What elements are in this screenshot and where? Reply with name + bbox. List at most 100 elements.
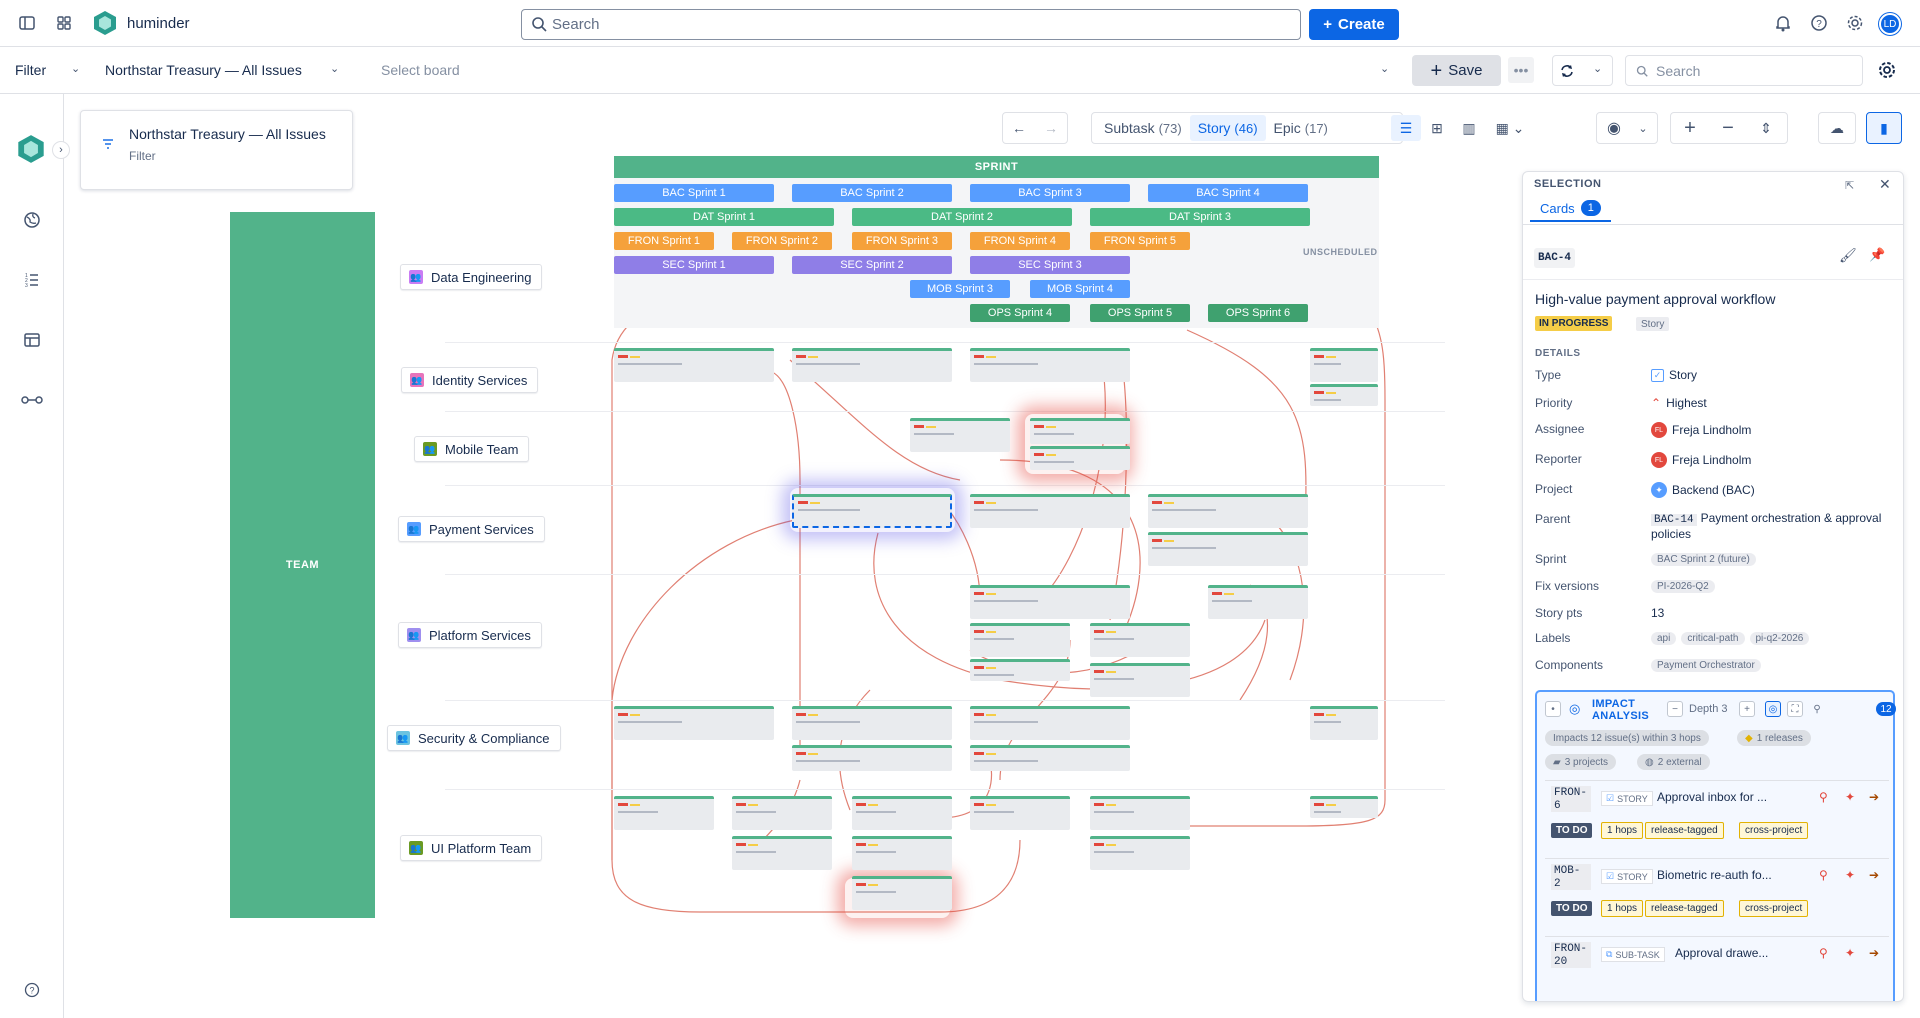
sprint-fron-2[interactable]: FRON Sprint 2	[732, 232, 832, 250]
issue-card[interactable]	[1090, 663, 1190, 697]
issue-card[interactable]	[1148, 494, 1308, 528]
navigate-arrow-icon[interactable]: ➔	[1869, 790, 1879, 804]
issue-card[interactable]	[1030, 446, 1130, 470]
issue-card[interactable]	[1090, 796, 1190, 830]
impact-list-item[interactable]: MOB- 2 ☑ STORY Biometric re-auth fo... ⚲ ✦…	[1545, 858, 1889, 924]
issue-card[interactable]	[732, 836, 832, 870]
save-button[interactable]: + Save	[1412, 55, 1501, 86]
board-search-input[interactable]: Search	[1625, 55, 1863, 86]
sprint-ops-6[interactable]: OPS Sprint 6	[1208, 304, 1308, 322]
sprint-fron-3[interactable]: FRON Sprint 3	[852, 232, 952, 250]
board-selector[interactable]: Select board	[381, 62, 460, 78]
issue-card[interactable]	[1208, 585, 1308, 619]
sprint-sec-1[interactable]: SEC Sprint 1	[614, 256, 774, 274]
issue-card[interactable]	[852, 876, 952, 910]
impact-list-item[interactable]: FRON- 20 ⧉ SUB-TASK Approval drawe... ⚲ ✦ …	[1545, 936, 1889, 1001]
location-pin-icon[interactable]: ⚲	[1819, 790, 1828, 804]
zoom-in-icon[interactable]: +	[1671, 115, 1709, 141]
issue-card[interactable]	[852, 796, 952, 830]
zoom-out-icon[interactable]: −	[1709, 115, 1747, 141]
impact-list-item[interactable]: FRON- 6 ☑ STORY Approval inbox for ... ⚲ ✦…	[1545, 780, 1889, 846]
navigate-arrow-icon[interactable]: ➔	[1869, 868, 1879, 882]
sprint-sec-3[interactable]: SEC Sprint 3	[970, 256, 1130, 274]
issue-card[interactable]	[792, 745, 952, 771]
settings-gear-icon[interactable]	[1844, 12, 1866, 34]
board-settings-icon[interactable]	[1876, 59, 1898, 81]
issue-card[interactable]	[970, 706, 1130, 740]
sync-control[interactable]: ⌄	[1552, 55, 1613, 86]
issue-card[interactable]	[614, 706, 774, 740]
sprint-mob-4[interactable]: MOB Sprint 4	[1030, 280, 1130, 298]
sync-icon[interactable]	[1558, 62, 1576, 80]
calendar-view-icon[interactable]: ▦ ⌄	[1485, 115, 1535, 141]
depth-decrease-button[interactable]: −	[1667, 701, 1683, 717]
workspace-logo-icon[interactable]	[16, 134, 46, 164]
more-options-button[interactable]: •••	[1508, 57, 1534, 83]
issue-card[interactable]	[970, 623, 1070, 657]
close-icon[interactable]: ✕	[1879, 176, 1891, 193]
dependency-link-icon[interactable]	[20, 388, 44, 412]
focus-target-icon[interactable]: ◎	[1765, 701, 1781, 717]
expand-rail-chevron-icon[interactable]: ›	[52, 141, 70, 159]
pin-icon[interactable]: 📌	[1869, 247, 1885, 263]
detail-value-project[interactable]: ✦ Backend (BAC)	[1651, 482, 1755, 498]
issue-card[interactable]	[1310, 384, 1378, 406]
issue-card[interactable]	[1310, 706, 1378, 740]
eye-icon[interactable]: ◉	[1597, 115, 1631, 141]
filter-summary-card[interactable]: Northstar Treasury — All Issues Filter	[80, 110, 353, 190]
issue-card[interactable]	[1090, 836, 1190, 870]
issue-card[interactable]	[970, 585, 1130, 619]
type-filter-subtask[interactable]: Subtask (73)	[1096, 115, 1190, 141]
fit-to-screen-icon[interactable]: ⇕	[1747, 115, 1785, 141]
issue-card[interactable]	[1310, 796, 1378, 818]
issue-card[interactable]	[970, 796, 1070, 830]
issue-card[interactable]	[732, 796, 832, 830]
issue-card[interactable]	[1030, 418, 1130, 444]
user-avatar[interactable]: LD	[1879, 13, 1901, 35]
type-filter-story[interactable]: Story (46)	[1189, 115, 1266, 141]
numbered-list-icon[interactable]: 123	[20, 268, 44, 292]
help-circle-icon[interactable]: ?	[20, 978, 44, 1002]
sprint-bac-1[interactable]: BAC Sprint 1	[614, 184, 774, 202]
sprint-dat-1[interactable]: DAT Sprint 1	[614, 208, 834, 226]
team-label-mobile-team[interactable]: 👥 Mobile Team	[414, 436, 530, 462]
app-name[interactable]: huminder	[127, 15, 190, 32]
detail-value-assignee[interactable]: FL Freja Lindholm	[1651, 422, 1751, 438]
location-pin-icon[interactable]: ⚲	[1819, 868, 1828, 882]
sprint-bac-2[interactable]: BAC Sprint 2	[792, 184, 952, 202]
expand-view-icon[interactable]: ⛶	[1787, 701, 1803, 717]
issue-card[interactable]	[1148, 532, 1308, 566]
app-logo-icon[interactable]	[92, 10, 118, 36]
issue-card[interactable]	[970, 348, 1130, 382]
issue-card[interactable]	[910, 418, 1010, 452]
detail-value-reporter[interactable]: FL Freja Lindholm	[1651, 452, 1751, 468]
pin-icon[interactable]: ✦	[1845, 946, 1855, 960]
team-label-platform-services[interactable]: 👥 Platform Services	[398, 622, 542, 648]
side-panel-toggle-icon[interactable]: ▮	[1867, 115, 1901, 141]
cloud-upload-icon[interactable]: ☁	[1819, 115, 1855, 141]
chevron-down-icon[interactable]: ⌄	[71, 62, 80, 75]
team-label-security-compliance[interactable]: 👥 Security & Compliance	[387, 725, 561, 751]
issue-card[interactable]	[1310, 348, 1378, 382]
sprint-ops-4[interactable]: OPS Sprint 4	[970, 304, 1070, 322]
type-filter-epic[interactable]: Epic (17)	[1266, 115, 1336, 141]
brush-icon[interactable]: 🖌	[1839, 247, 1857, 264]
tab-cards[interactable]: Cards 1	[1530, 196, 1611, 222]
app-switcher-icon[interactable]	[53, 12, 75, 34]
back-arrow-icon[interactable]: ←	[1003, 115, 1035, 141]
issue-card[interactable]	[970, 745, 1130, 771]
navigate-arrow-icon[interactable]: ➔	[1869, 946, 1879, 960]
collapse-panel-icon[interactable]: ⇱	[1845, 179, 1854, 192]
depth-increase-button[interactable]: +	[1739, 701, 1755, 717]
pin-icon[interactable]: ✦	[1845, 790, 1855, 804]
sprint-mob-3[interactable]: MOB Sprint 3	[910, 280, 1010, 298]
issue-card[interactable]	[970, 494, 1130, 528]
issue-key-chip[interactable]: BAC-4	[1534, 248, 1576, 268]
team-label-data-engineering[interactable]: 👥 Data Engineering	[400, 264, 543, 290]
columns-view-icon[interactable]: ▥	[1453, 115, 1485, 141]
chevron-down-icon[interactable]: ⌄	[1593, 62, 1602, 75]
create-button[interactable]: + Create	[1309, 9, 1399, 40]
issue-card[interactable]	[614, 796, 714, 830]
notifications-bell-icon[interactable]	[1772, 12, 1794, 34]
sidebar-toggle-icon[interactable]	[16, 12, 38, 34]
